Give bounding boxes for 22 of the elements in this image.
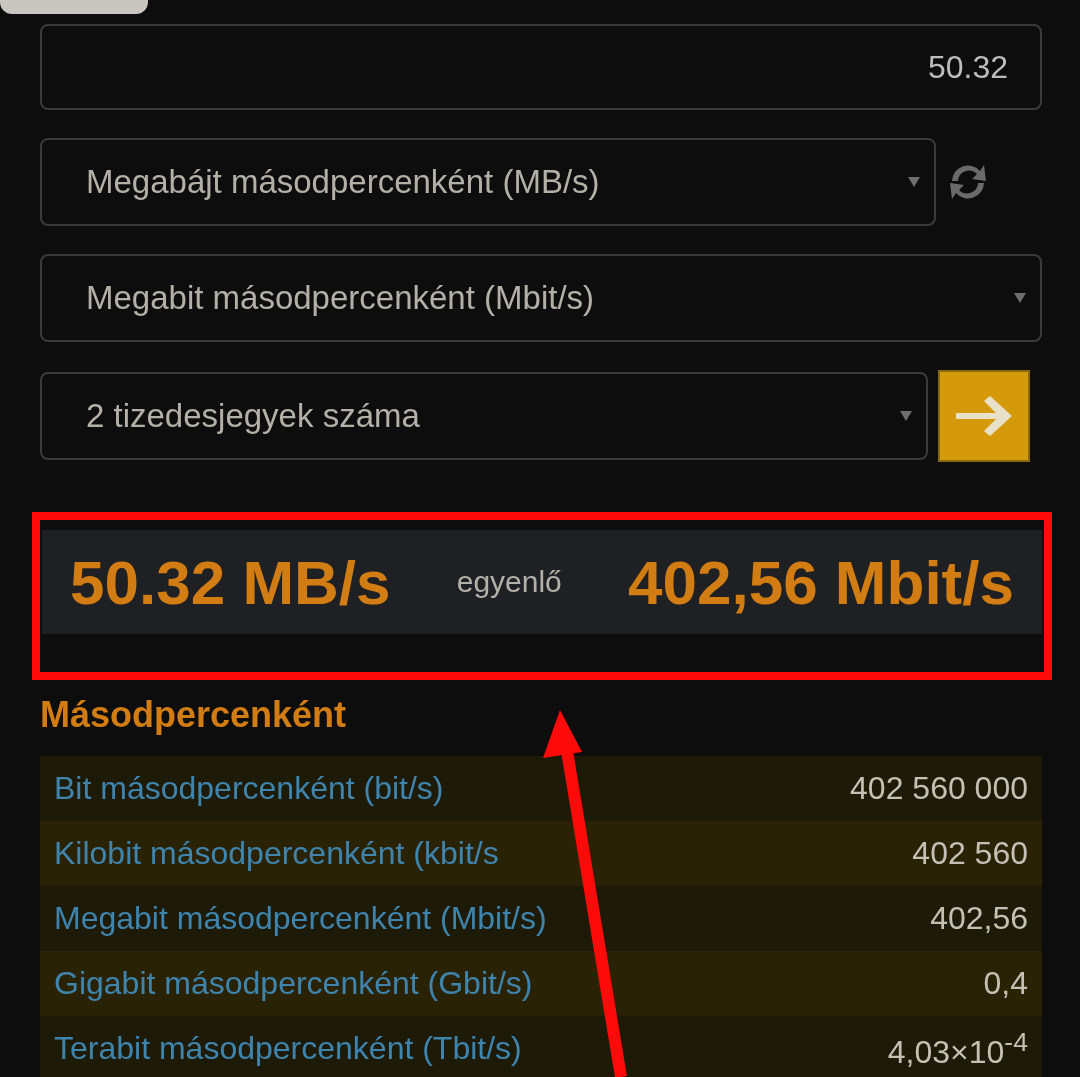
value-cell: 4,03×10$^{-4}$ (887, 1026, 1028, 1071)
value-cell: 402,56 (930, 900, 1028, 937)
to-unit-select[interactable]: Megabit másodpercenként (Mbit/s) (40, 254, 1042, 342)
unit-link[interactable]: Gigabit másodpercenként (Gbit/s) (54, 965, 533, 1002)
result-from: 50.32 MB/s (70, 546, 391, 618)
value-cell: 0,4 (983, 965, 1028, 1002)
convert-button[interactable] (938, 370, 1030, 462)
unit-link[interactable]: Terabit másodpercenként (Tbit/s) (54, 1030, 522, 1067)
from-unit-select[interactable]: Megabájt másodpercenként (MB/s) (40, 138, 936, 226)
unit-link[interactable]: Bit másodpercenként (bit/s) (54, 770, 444, 807)
unit-link[interactable]: Kilobit másodpercenként (kbit/s (54, 835, 499, 872)
decimals-select[interactable]: 2 tizedesjegyek száma (40, 372, 928, 460)
value-cell: 402 560 000 (850, 770, 1028, 807)
result-to: 402,56 Mbit/s (628, 546, 1014, 618)
value-cell: 402 560 (912, 835, 1028, 872)
section-title: Másodpercenként (40, 693, 348, 737)
caret-icon (908, 177, 920, 187)
caret-icon (900, 411, 912, 421)
equals-label: egyenlő (456, 565, 562, 599)
caret-icon (1014, 293, 1026, 303)
amount-input[interactable]: 50.32 (40, 24, 1042, 110)
unit-link[interactable]: Megabit másodpercenként (Mbit/s) (54, 900, 547, 937)
